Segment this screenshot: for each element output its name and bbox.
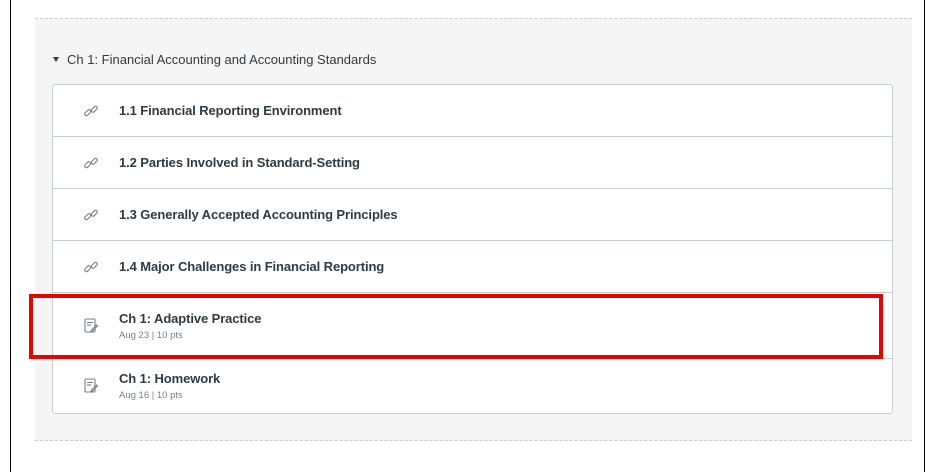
module-container: Ch 1: Financial Accounting and Accountin…: [35, 18, 912, 441]
link-icon: [83, 103, 99, 119]
module-item-title[interactable]: 1.4 Major Challenges in Financial Report…: [119, 259, 384, 274]
module-item[interactable]: 1.4 Major Challenges in Financial Report…: [53, 241, 892, 293]
module-item[interactable]: 1.2 Parties Involved in Standard-Setting: [53, 137, 892, 189]
module-item[interactable]: 1.3 Generally Accepted Accounting Princi…: [53, 189, 892, 241]
module-item-title[interactable]: 1.2 Parties Involved in Standard-Setting: [119, 155, 360, 170]
module-item-adaptive-practice[interactable]: Ch 1: Adaptive Practice Aug 23 | 10 pts: [53, 293, 892, 359]
module-item-title[interactable]: Ch 1: Homework: [119, 371, 220, 386]
module-item-list: 1.1 Financial Reporting Environment 1.2 …: [52, 84, 893, 414]
module-header[interactable]: Ch 1: Financial Accounting and Accountin…: [53, 47, 376, 71]
page-frame: Ch 1: Financial Accounting and Accountin…: [10, 0, 925, 472]
module-item-title[interactable]: 1.1 Financial Reporting Environment: [119, 103, 342, 118]
module-item-meta: Aug 16 | 10 pts: [119, 390, 183, 401]
assignment-icon: [83, 378, 99, 394]
module-item-title[interactable]: Ch 1: Adaptive Practice: [119, 311, 262, 326]
module-item-meta: Aug 23 | 10 pts: [119, 329, 183, 341]
module-item[interactable]: 1.1 Financial Reporting Environment: [53, 85, 892, 137]
module-item-homework[interactable]: Ch 1: Homework Aug 16 | 10 pts: [53, 359, 892, 413]
module-item-title[interactable]: 1.3 Generally Accepted Accounting Princi…: [119, 207, 398, 222]
module-title[interactable]: Ch 1: Financial Accounting and Accountin…: [67, 52, 376, 67]
link-icon: [83, 259, 99, 275]
link-icon: [83, 155, 99, 171]
assignment-icon: [83, 317, 99, 334]
caret-down-icon[interactable]: [53, 57, 59, 62]
link-icon: [83, 207, 99, 223]
